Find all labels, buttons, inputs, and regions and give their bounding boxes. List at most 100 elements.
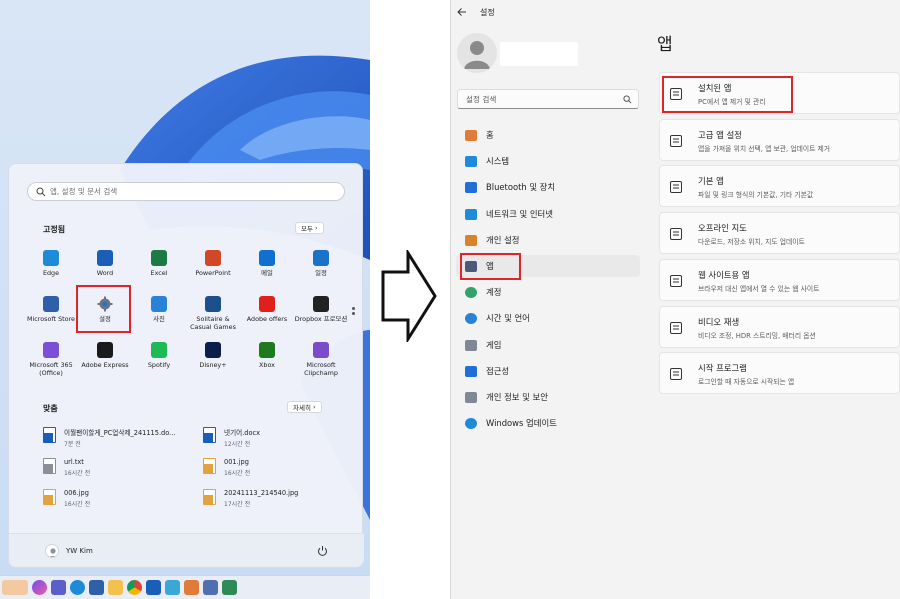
taskbar-word-icon[interactable]: [146, 580, 161, 595]
adobe-icon: [259, 296, 275, 312]
nav-item[interactable]: 게임: [456, 334, 640, 356]
recommended-item[interactable]: 넷기어.docx 12시간 전: [203, 427, 260, 448]
pinned-app[interactable]: 일정: [294, 247, 348, 289]
pinned-app[interactable]: 사진: [132, 293, 186, 335]
nav-item-label: 시간 및 언어: [486, 313, 530, 323]
nav-item-label: Windows 업데이트: [486, 418, 557, 428]
nav-item[interactable]: 홈: [456, 124, 640, 146]
settings-card[interactable]: 웹 사이트용 앱 브라우저 대신 앱에서 열 수 있는 웹 사이트: [659, 259, 900, 301]
pinned-app[interactable]: Word: [78, 247, 132, 289]
recommended-file-name: url.txt: [64, 458, 84, 466]
pinned-app[interactable]: Solitaire & Casual Games: [186, 293, 240, 335]
taskbar-widget-icon[interactable]: [2, 580, 28, 595]
recommended-file-time: 16시간 전: [64, 470, 91, 477]
adobe-express-icon: [97, 342, 113, 358]
pinned-app-label: PowerPoint: [195, 269, 231, 277]
pinned-app[interactable]: Xbox: [240, 339, 294, 381]
settings-card[interactable]: 시작 프로그램 로그인할 때 자동으로 시작되는 앱: [659, 352, 900, 394]
nav-item[interactable]: 시스템: [456, 150, 640, 172]
taskbar-teams-icon[interactable]: [51, 580, 66, 595]
settings-card[interactable]: 비디오 재생 비디오 조정, HDR 스트리밍, 배터리 옵션: [659, 306, 900, 348]
recommended-file-name: 이월팬이할게_PC업삭제_241115.do...: [64, 429, 176, 437]
power-icon[interactable]: [317, 545, 328, 556]
offline-maps-icon: [669, 226, 683, 240]
pinned-app[interactable]: Spotify: [132, 339, 186, 381]
pinned-app[interactable]: Adobe Express: [78, 339, 132, 381]
pinned-app[interactable]: Microsoft 365 (Office): [24, 339, 78, 381]
web-apps-icon: [669, 273, 683, 287]
shield-icon: [464, 390, 478, 404]
pinned-app[interactable]: Microsoft Clipchamp: [294, 339, 348, 381]
recommended-file-name: 006.jpg: [64, 489, 89, 497]
recommended-item[interactable]: 이월팬이할게_PC업삭제_241115.do... 7분 전: [43, 427, 175, 448]
pinned-app-label: Adobe Express: [81, 361, 129, 369]
globe-icon: [464, 311, 478, 325]
recommended-file-name: 001.jpg: [224, 458, 249, 466]
taskbar-copilot-icon[interactable]: [32, 580, 47, 595]
pinned-app[interactable]: Edge: [24, 247, 78, 289]
pinned-app-label: Spotify: [147, 361, 171, 369]
taskbar-explorer-icon[interactable]: [108, 580, 123, 595]
pinned-app-label: Microsoft Store: [26, 315, 75, 323]
start-search-input[interactable]: 앱, 설정 및 문서 검색: [27, 182, 345, 201]
person-icon: [49, 548, 57, 557]
taskbar-edge-icon[interactable]: [70, 580, 85, 595]
settings-card[interactable]: 오프라인 지도 다운로드, 저장소 위치, 지도 업데이트: [659, 212, 900, 254]
nav-item[interactable]: Bluetooth 및 장치: [456, 176, 640, 198]
more-button[interactable]: 자세히 ›: [287, 401, 322, 413]
pinned-title: 고정됨: [43, 225, 66, 234]
user-avatar[interactable]: [45, 544, 59, 558]
settings-app-highlight: [76, 285, 131, 333]
nav-item[interactable]: 네트워크 및 인터넷: [456, 203, 640, 225]
profile-avatar[interactable]: [457, 33, 497, 73]
taskbar-app-icon[interactable]: [184, 580, 199, 595]
brush-icon: [464, 233, 478, 247]
nav-item[interactable]: 접근성: [456, 360, 640, 382]
page-title: 앱: [657, 35, 673, 55]
back-arrow-icon[interactable]: [456, 6, 468, 18]
settings-card[interactable]: 기본 앱 파일 및 링크 형식의 기본값, 기타 기본값: [659, 165, 900, 207]
pinned-app[interactable]: Microsoft Store: [24, 293, 78, 335]
taskbar-app-icon[interactable]: [222, 580, 237, 595]
taskbar-store-icon[interactable]: [89, 580, 104, 595]
pinned-app[interactable]: Adobe offers: [240, 293, 294, 335]
spotify-icon: [151, 342, 167, 358]
nav-item[interactable]: Windows 업데이트: [456, 412, 640, 434]
settings-search-placeholder: 설정 검색: [466, 94, 497, 104]
pinned-app[interactable]: PowerPoint: [186, 247, 240, 289]
user-name[interactable]: YW Kim: [66, 547, 93, 555]
nav-item[interactable]: 개인 정보 및 보안: [456, 386, 640, 408]
taskbar: [0, 575, 370, 599]
taskbar-app-icon[interactable]: [203, 580, 218, 595]
taskbar-app-icon[interactable]: [165, 580, 180, 595]
pinned-app-label: Dropbox 프로모션: [294, 315, 348, 323]
recommended-file-time: 17시간 전: [224, 501, 251, 508]
card-title: 고급 앱 설정: [698, 130, 742, 140]
settings-search-input[interactable]: 설정 검색: [457, 89, 639, 109]
card-title: 웹 사이트용 앱: [698, 270, 750, 280]
recommended-item[interactable]: 006.jpg 16시간 전: [43, 489, 90, 508]
pinned-app-label: Excel: [150, 269, 168, 277]
pinned-app[interactable]: 메일: [240, 247, 294, 289]
nav-item[interactable]: 개인 설정: [456, 229, 640, 251]
pinned-app[interactable]: Disney+: [186, 339, 240, 381]
recommended-item[interactable]: 001.jpg 16시간 전: [203, 458, 250, 477]
recommended-item[interactable]: url.txt 16시간 전: [43, 458, 90, 477]
window-title: 설정: [480, 8, 495, 17]
taskbar-chrome-icon[interactable]: [127, 580, 142, 595]
nav-item-label: 개인 정보 및 보안: [486, 392, 548, 402]
pinned-app[interactable]: Excel: [132, 247, 186, 289]
recommended-item[interactable]: 20241113_214540.jpg 17시간 전: [203, 489, 298, 508]
recommended-file-time: 16시간 전: [224, 470, 251, 477]
all-apps-button[interactable]: 모두 ›: [295, 222, 324, 234]
search-icon: [623, 95, 632, 104]
pinned-app-label: Microsoft 365 (Office): [29, 361, 73, 377]
nav-item[interactable]: 시간 및 언어: [456, 307, 640, 329]
accessibility-icon: [464, 364, 478, 378]
photos-icon: [151, 296, 167, 312]
settings-card[interactable]: 고급 앱 설정 앱을 가져올 위치 선택, 앱 보관, 업데이트 제거: [659, 119, 900, 161]
recommended-file-time: 7분 전: [64, 441, 81, 448]
recommended-file-name: 넷기어.docx: [224, 429, 261, 437]
pinned-app[interactable]: Dropbox 프로모션: [294, 293, 348, 335]
nav-item[interactable]: 계정: [456, 281, 640, 303]
